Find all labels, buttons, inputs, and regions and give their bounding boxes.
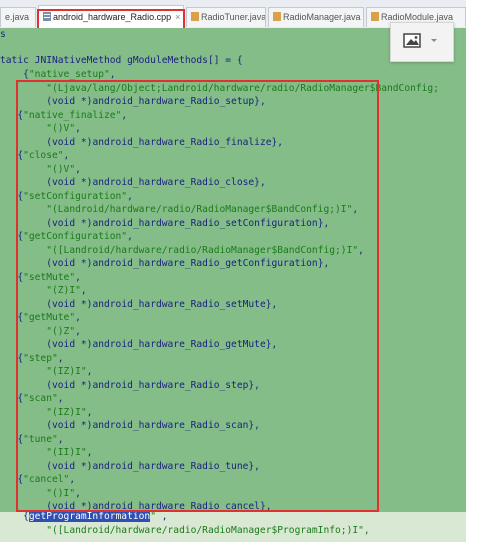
method-function-line: (void *)android_hardware_Radio_scan},: [46, 420, 260, 431]
method-name-line: {"close",: [0, 150, 70, 161]
java-file-icon: [273, 12, 281, 21]
code-line-last-sig: "([Landroid/hardware/radio/RadioManager$…: [46, 525, 370, 536]
method-signature-line: "()Z",: [46, 325, 81, 337]
image-icon: [403, 33, 437, 48]
java-file-icon: [371, 12, 379, 21]
method-signature-line: "(Z)I",: [46, 285, 87, 296]
code-line-last-name: {getProgramInformation" ,: [0, 511, 168, 522]
method-signature-line: "()V",: [46, 163, 81, 175]
method-name-line: {"setConfiguration",: [0, 190, 133, 202]
chevron-down-icon: [431, 39, 437, 42]
method-name-line: {"native_setup",: [0, 69, 116, 80]
method-signature-line: "(II)I",: [46, 447, 93, 458]
method-signature-line: "(Ljava/lang/Object;Landroid/hardware/ra…: [46, 82, 439, 94]
method-function-line: (void *)android_hardware_Radio_getMute},: [46, 339, 278, 350]
tab-label: android_hardware_Radio.cpp: [53, 12, 172, 22]
tab-label: RadioManager.java: [283, 12, 361, 22]
cpp-file-icon: [43, 12, 51, 21]
tab-label: e.java: [5, 12, 30, 22]
method-function-line: (void *)android_hardware_Radio_step},: [46, 379, 260, 391]
method-signature-line: "(IZ)I",: [46, 366, 93, 377]
method-name-line: {"getConfiguration",: [0, 231, 133, 242]
method-function-line: (void *)android_hardware_Radio_setConfig…: [46, 217, 330, 229]
method-function-line: (void *)android_hardware_Radio_setup},: [46, 96, 266, 107]
method-signature-line: "([Landroid/hardware/radio/RadioManager$…: [46, 244, 364, 256]
method-name-line: {"setMute",: [0, 271, 81, 283]
method-name-line: {"cancel",: [0, 474, 76, 485]
selected-text[interactable]: getProgramInformation: [28, 511, 151, 522]
method-signature-line: "()I",: [46, 487, 81, 499]
method-function-line: (void *)android_hardware_Radio_close},: [46, 177, 266, 188]
method-function-line: (void *)android_hardware_Radio_tune},: [46, 460, 260, 472]
tab-e-java[interactable]: e.java: [0, 7, 36, 27]
method-name-line: {"step",: [0, 352, 64, 364]
tab-radiomanager-java[interactable]: RadioManager.java×: [268, 7, 364, 27]
method-name-line: {"native_finalize",: [0, 109, 128, 121]
tab-label: RadioTuner.java: [201, 12, 266, 22]
tab-android-hardware-radio-cpp[interactable]: android_hardware_Radio.cpp ×: [38, 5, 184, 28]
method-signature-line: "(Landroid/hardware/radio/RadioManager$B…: [46, 204, 359, 215]
method-function-line: (void *)android_hardware_Radio_finalize}…: [46, 136, 284, 148]
right-gutter: [466, 0, 480, 542]
java-file-icon: [191, 12, 199, 21]
method-signature-line: "(IZ)I",: [46, 406, 93, 418]
method-function-line: (void *)android_hardware_Radio_getConfig…: [46, 258, 330, 269]
method-function-line: (void *)android_hardware_Radio_setMute},: [46, 298, 278, 310]
image-button[interactable]: [390, 22, 454, 62]
code-editor[interactable]: s tatic JNINativeMethod gModuleMethods[]…: [0, 28, 466, 542]
method-name-line: {"getMute",: [0, 312, 81, 323]
method-name-line: {"tune",: [0, 433, 64, 445]
tab-radiotuner-java[interactable]: RadioTuner.java×: [186, 7, 266, 27]
tab-label: RadioModule.java: [381, 12, 454, 22]
close-tab-icon[interactable]: ×: [175, 12, 180, 22]
method-name-line: {"scan",: [0, 393, 64, 404]
method-signature-line: "()V",: [46, 123, 81, 134]
